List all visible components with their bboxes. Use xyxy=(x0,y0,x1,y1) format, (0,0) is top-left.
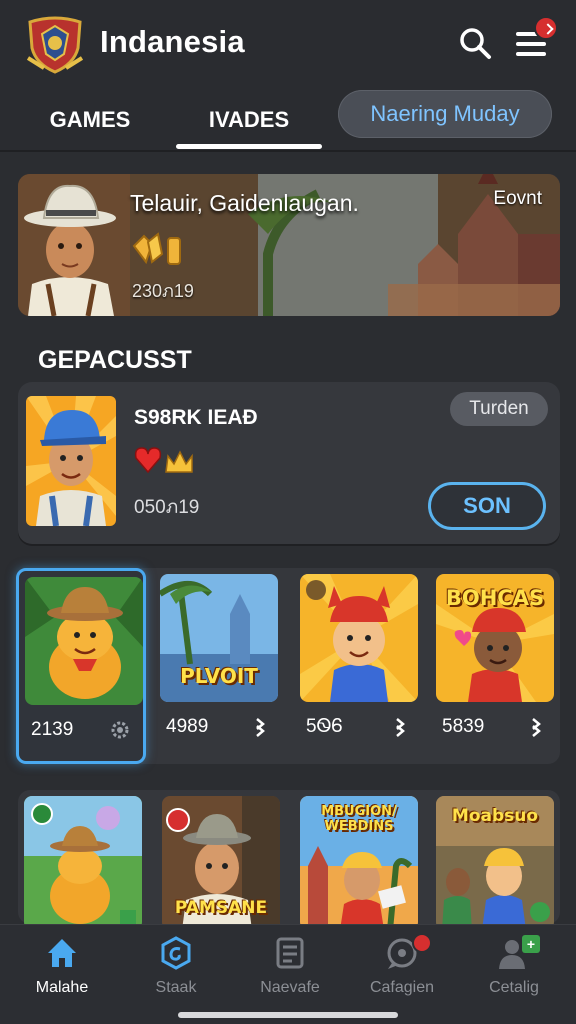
game-thumbnail xyxy=(25,577,143,705)
chevron-icon[interactable] xyxy=(250,716,272,738)
game-score: 4989 xyxy=(166,716,209,737)
thumbnail-text: PLVOIT xyxy=(180,664,258,688)
game-card[interactable]: PAMSANE xyxy=(156,790,286,930)
chevron-icon[interactable] xyxy=(526,716,548,738)
featured-count: 050ภ19 xyxy=(134,497,200,518)
chevron-icon[interactable] xyxy=(390,716,412,738)
nav-item-chat[interactable]: Cafagien xyxy=(352,933,452,1005)
thumbnail-text: MBUGION/ WEBDINS xyxy=(321,804,397,834)
nav-item-catalog[interactable]: + Cetalig xyxy=(464,935,564,1005)
nav-label: Cafagien xyxy=(369,979,435,996)
home-indicator xyxy=(178,1012,398,1018)
game-card[interactable]: MBUGION/ WEBDINS xyxy=(294,790,424,930)
event-banner[interactable]: Telauir, Gaidenlaugan. Eovnt 230ภ19 xyxy=(18,174,560,316)
section-title: GEPACUSST xyxy=(38,346,192,374)
game-thumbnail xyxy=(24,796,142,930)
document-icon xyxy=(276,937,304,969)
bottom-navigation: Malahe Staak Naevafe Cafagien + Cetalig xyxy=(0,924,576,1024)
game-card[interactable]: Moabsuo xyxy=(430,790,560,930)
nav-label: Cetalig xyxy=(489,979,539,996)
featured-game-card[interactable]: S98RK IEAÐ 050ภ19 Turden SON xyxy=(18,382,560,544)
nav-label: Staak xyxy=(155,979,197,996)
shield-crest-icon[interactable] xyxy=(24,14,86,76)
game-score: 5ᏫᏮ xyxy=(306,716,343,737)
explorer-avatar-image xyxy=(18,174,130,316)
nav-item-stack[interactable]: Staak xyxy=(126,935,226,1005)
game-card[interactable]: 2139 xyxy=(16,568,146,764)
heart-crown-icons xyxy=(134,447,193,474)
join-button[interactable]: SON xyxy=(428,482,546,530)
tab-games[interactable]: GAMES xyxy=(30,98,150,142)
game-grid-row: PAMSANE MBUGION/ WEBDINS Moabsuo xyxy=(18,790,560,930)
game-card[interactable]: PLVOIT 4989 xyxy=(154,568,284,764)
game-score: 5839 xyxy=(442,716,485,737)
tab-bar: GAMES IVADES Naering Muday xyxy=(0,88,576,152)
hexagon-icon xyxy=(161,936,191,970)
tab-pill-button[interactable]: Naering Muday xyxy=(338,90,552,138)
featured-character-image xyxy=(26,396,116,526)
nav-item-home[interactable]: Malahe xyxy=(12,935,112,1005)
game-card[interactable]: BOHCAS 5839 xyxy=(430,568,560,764)
thumbnail-text: PAMSANE xyxy=(174,898,268,918)
home-icon xyxy=(48,939,76,967)
featured-status-badge: Turden xyxy=(450,392,548,426)
thumbnail-text: Moabsuo xyxy=(451,806,539,826)
gold-reward-icon xyxy=(132,232,181,265)
gear-icon[interactable] xyxy=(109,719,131,741)
banner-count: 230ภ19 xyxy=(132,281,194,301)
thumbnail-text: BOHCAS xyxy=(445,586,545,610)
app-title: Indanesia xyxy=(100,24,245,59)
chat-notification-badge xyxy=(412,933,432,953)
notification-badge xyxy=(534,16,558,40)
game-thumbnail xyxy=(300,574,418,702)
game-score: 2139 xyxy=(31,719,74,740)
nav-label: Naevafe xyxy=(260,979,320,996)
tab-invades[interactable]: IVADES xyxy=(176,98,322,142)
active-tab-indicator xyxy=(176,144,322,149)
game-card[interactable] xyxy=(18,790,148,930)
featured-title: S98RK IEAÐ xyxy=(134,406,258,429)
add-badge-icon: + xyxy=(522,935,540,953)
search-icon[interactable] xyxy=(458,26,492,60)
game-card[interactable]: 5ᏫᏮ xyxy=(294,568,424,764)
game-grid-row: 2139 PLVOIT 4989 5ᏫᏮ BOHCAS 5839 xyxy=(16,568,560,766)
nav-label: Malahe xyxy=(35,979,89,996)
nav-item-news[interactable]: Naevafe xyxy=(240,935,340,1005)
banner-tag: Eovnt xyxy=(493,188,542,209)
app-header: Indanesia xyxy=(0,0,576,88)
banner-title: Telauir, Gaidenlaugan. xyxy=(130,190,359,216)
